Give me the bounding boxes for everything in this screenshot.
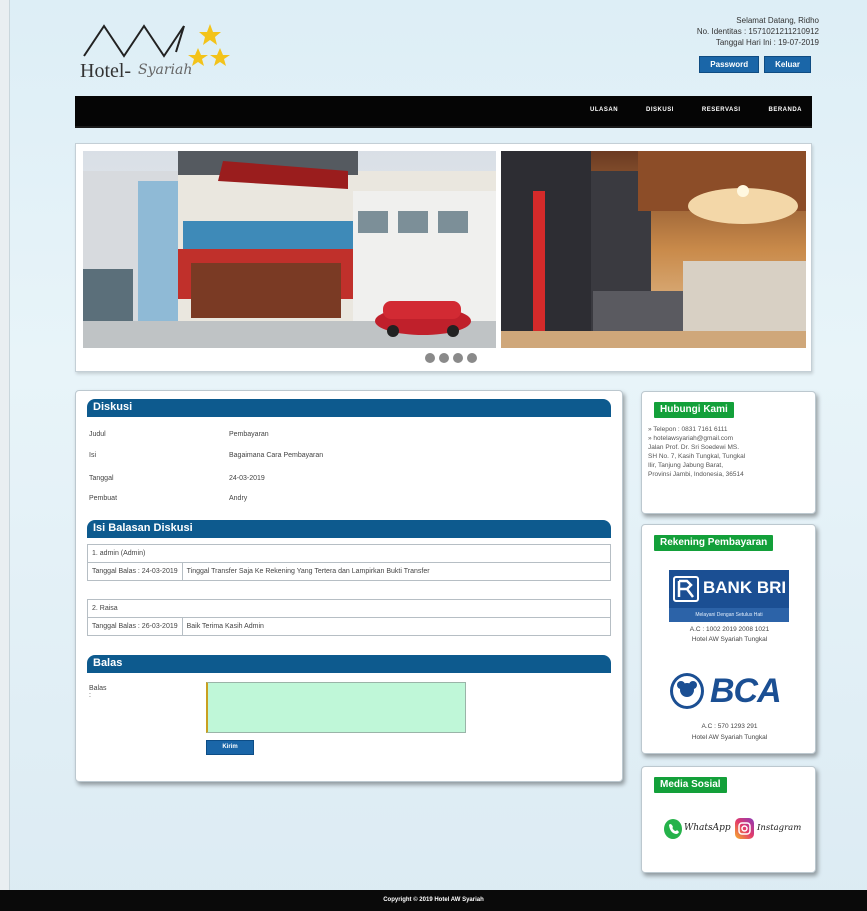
send-button[interactable]: Kirim xyxy=(206,740,254,755)
nav-ulasan[interactable]: ULASAN xyxy=(590,107,618,113)
greeting-text: Selamat Datang, Ridho xyxy=(736,16,819,25)
payment-widget: Rekening Pembayaran BANK BRI Melayani De… xyxy=(641,524,816,754)
nav-beranda[interactable]: BERANDA xyxy=(769,107,803,113)
main-navbar: ULASAN DISKUSI RESERVASI BERANDA xyxy=(75,96,812,128)
reply-date: Tanggal Balas : 26-03-2019 xyxy=(88,618,183,635)
whatsapp-icon[interactable] xyxy=(664,819,682,839)
social-heading: Media Sosial xyxy=(654,777,727,793)
contact-address: Jalan Prof. Dr. Sri Soedewi MS. xyxy=(648,444,740,451)
logo-syariah-text: Syariah xyxy=(138,62,193,78)
judul-label: Judul xyxy=(89,431,106,438)
social-widget: Media Sosial WhatsApp Instagram xyxy=(641,766,816,873)
reply-textarea[interactable] xyxy=(206,682,466,733)
footer: Copyright © 2019 Hotel AW Syariah xyxy=(0,890,867,911)
bca-name: BCA xyxy=(710,672,782,710)
logout-button[interactable]: Keluar xyxy=(764,56,811,73)
contact-address: Ilir, Tanjung Jabung Barat, xyxy=(648,462,724,469)
contact-widget: Hubungi Kami » Telepon : 0831 7161 6111 … xyxy=(641,391,816,514)
reply-date: Tanggal Balas : 24-03-2019 xyxy=(88,563,183,580)
tanggal-label: Tanggal xyxy=(89,475,114,482)
balasan-heading: Isi Balasan Diskusi xyxy=(87,520,611,538)
nav-reservasi[interactable]: RESERVASI xyxy=(702,107,741,113)
balas-label: Balas : xyxy=(89,685,107,699)
contact-address: Provinsi Jambi, Indonesia, 36514 xyxy=(648,471,744,478)
bri-tagline: Melayani Dengan Setulus Hati xyxy=(669,608,789,622)
hotel-photo xyxy=(83,151,806,348)
reply-item: 1. admin (Admin) Tanggal Balas : 24-03-2… xyxy=(87,544,611,581)
hotel-logo[interactable]: Hotel- Syariah xyxy=(80,18,250,90)
slider-dot-4[interactable] xyxy=(467,353,477,363)
diskusi-heading: Diskusi xyxy=(87,399,611,417)
bri-account: A.C : 1002 2019 2008 1021 xyxy=(689,626,770,633)
account-buttons: Password Keluar xyxy=(699,56,811,73)
isi-value: Bagaimana Cara Pembayaran xyxy=(229,452,324,459)
instagram-label[interactable]: Instagram xyxy=(757,823,801,833)
password-button[interactable]: Password xyxy=(699,56,760,73)
window-frame xyxy=(0,0,10,911)
bri-name: BANK BRI xyxy=(703,578,787,597)
balas-heading: Balas xyxy=(87,655,611,673)
slider-dots xyxy=(425,353,477,363)
pembuat-value: Andry xyxy=(229,495,248,502)
user-info: Selamat Datang, Ridho No. Identitas : 15… xyxy=(697,15,819,48)
bri-emblem-icon xyxy=(673,576,699,602)
bri-logo: BANK BRI Melayani Dengan Setulus Hati xyxy=(669,570,789,622)
image-slider xyxy=(75,143,812,372)
contact-lines: » Telepon : 0831 7161 6111 » hotelawsyar… xyxy=(648,425,745,479)
slider-dot-2[interactable] xyxy=(439,353,449,363)
reply-text: Baik Terima Kasih Admin xyxy=(186,623,264,630)
judul-value: Pembayaran xyxy=(229,431,269,438)
slider-dot-1[interactable] xyxy=(425,353,435,363)
contact-address: SH No. 7, Kasih Tungkal, Tungkal xyxy=(648,453,746,460)
logo-hotel-text: Hotel- xyxy=(80,60,132,82)
contact-heading: Hubungi Kami xyxy=(654,402,734,418)
bca-emblem-icon xyxy=(670,673,704,709)
contact-email[interactable]: » hotelawsyariah@gmail.com xyxy=(648,434,745,443)
discussion-panel: Diskusi Judul Pembayaran Isi Bagaimana C… xyxy=(75,390,623,782)
bca-holder: Hotel AW Syariah Tungkal xyxy=(691,734,768,741)
reply-text: Tinggal Transfer Saja Ke Rekening Yang T… xyxy=(186,568,430,575)
today-date: Tanggal Hari Ini : 19-07-2019 xyxy=(715,38,819,47)
reply-item: 2. Raisa Tanggal Balas : 26-03-2019 Baik… xyxy=(87,599,611,636)
whatsapp-label[interactable]: WhatsApp xyxy=(684,823,731,833)
tanggal-value: 24-03-2019 xyxy=(229,475,265,482)
instagram-icon[interactable] xyxy=(735,818,754,839)
identity-number: No. Identitas : 1571021211210912 xyxy=(696,27,819,36)
nav-diskusi[interactable]: DISKUSI xyxy=(646,107,674,113)
bri-holder: Hotel AW Syariah Tungkal xyxy=(691,636,768,643)
contact-phone: » Telepon : 0831 7161 6111 xyxy=(648,426,728,433)
isi-label: Isi xyxy=(89,452,96,459)
slider-dot-3[interactable] xyxy=(453,353,463,363)
pembuat-label: Pembuat xyxy=(89,495,118,502)
bca-account: A.C : 570 1293 291 xyxy=(701,723,758,730)
reply-author: 2. Raisa xyxy=(88,600,610,618)
payment-heading: Rekening Pembayaran xyxy=(654,535,774,551)
reply-author: 1. admin (Admin) xyxy=(88,545,610,563)
